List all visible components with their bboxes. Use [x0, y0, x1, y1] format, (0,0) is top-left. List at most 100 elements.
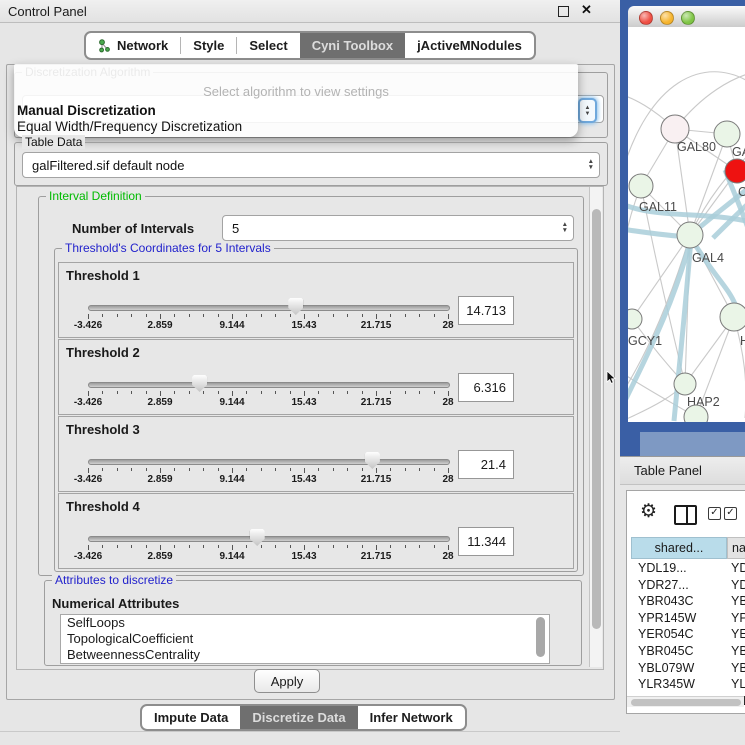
table-cell[interactable]: YBR045C	[638, 644, 694, 658]
tab-select[interactable]: Select	[237, 33, 299, 58]
threshold-value-field[interactable]: 11.344	[458, 527, 514, 556]
slider-tick	[362, 468, 363, 471]
slider-tick	[174, 545, 175, 548]
bottom-mode-tabs: Impute DataDiscretize DataInfer Network	[140, 704, 467, 731]
table-cell[interactable]: YPR1	[731, 611, 745, 625]
network-node-ga[interactable]	[714, 121, 740, 147]
threshold-slider-track[interactable]	[88, 536, 450, 542]
slider-tick	[333, 391, 334, 394]
dropdown-option-manual[interactable]: Manual Discretization	[17, 103, 156, 118]
tab-discretize-data[interactable]: Discretize Data	[240, 706, 357, 729]
threshold-label: Threshold 2	[66, 345, 140, 360]
slider-tick	[131, 545, 132, 548]
network-canvas[interactable]: GAL80GACGAL11GAL4GCY1HHAP2	[628, 27, 745, 422]
slider-tick	[117, 468, 118, 471]
table-cell[interactable]: YLR3	[731, 677, 745, 691]
vertical-scrollbar-thumb[interactable]	[592, 209, 601, 629]
table-data-group-title: Table Data	[22, 135, 85, 149]
network-node-h[interactable]	[720, 303, 745, 331]
tab-style[interactable]: Style	[181, 33, 236, 58]
mac-close-icon[interactable]	[639, 11, 653, 25]
mac-minimize-icon[interactable]	[660, 11, 674, 25]
algorithm-combobox-stepper[interactable]: ▲ ▼	[578, 98, 597, 123]
table-cell[interactable]: YER0	[731, 627, 745, 641]
attributes-list-scrollbar-thumb[interactable]	[536, 617, 545, 657]
attributes-group-title: Attributes to discretize	[52, 573, 176, 587]
attribute-list-item[interactable]: BetweennessCentrality	[61, 647, 549, 663]
slider-tick	[390, 468, 391, 471]
attributes-list-scrollbar[interactable]	[536, 616, 546, 660]
threshold-slider-track[interactable]	[88, 382, 450, 388]
slider-tick	[160, 468, 161, 473]
threshold-slider-track[interactable]	[88, 305, 450, 311]
table-cell[interactable]: YBR043C	[638, 594, 694, 608]
table-cell[interactable]: YBR0	[731, 594, 745, 608]
threshold-value-field[interactable]: 14.713	[458, 296, 514, 325]
slider-tick-label: 2.859	[147, 551, 172, 562]
table-column-header[interactable]: shared...	[631, 537, 727, 559]
table-cell[interactable]: YDL19...	[638, 561, 687, 575]
attribute-list-item[interactable]: TopologicalCoefficient	[61, 631, 549, 647]
table-cell[interactable]: YBL0	[731, 661, 745, 675]
slider-tick	[362, 391, 363, 394]
numerical-attributes-list[interactable]: SelfLoopsTopologicalCoefficientBetweenne…	[60, 614, 550, 664]
slider-tick	[434, 391, 435, 394]
table-cell[interactable]: YBR0	[731, 644, 745, 658]
table-cell[interactable]: YDR2	[731, 578, 745, 592]
network-node-hap2[interactable]	[674, 373, 696, 395]
settings-gear-icon[interactable]: ⚙	[640, 500, 657, 523]
slider-tick	[376, 545, 377, 550]
slider-tick	[376, 391, 377, 396]
tab-label: Network	[117, 38, 168, 53]
threshold-value-field[interactable]: 21.4	[458, 450, 514, 479]
tab-infer-network[interactable]: Infer Network	[358, 706, 465, 729]
tab-impute-data[interactable]: Impute Data	[142, 706, 240, 729]
slider-tick	[405, 314, 406, 317]
table-column-header[interactable]: na	[727, 537, 745, 559]
tab-network[interactable]: Network	[86, 33, 180, 58]
network-edge[interactable]	[734, 317, 745, 418]
checkbox-checked-icon[interactable]: ✓	[708, 507, 721, 520]
slider-tick	[362, 545, 363, 548]
network-edge-thick[interactable]	[691, 238, 735, 304]
columns-icon[interactable]	[674, 505, 697, 525]
network-node-gal11[interactable]	[629, 174, 653, 198]
table-cell[interactable]: YBL079W	[638, 661, 694, 675]
table-cell[interactable]: YER054C	[638, 627, 694, 641]
float-window-icon[interactable]	[558, 6, 569, 17]
network-node-gcy1[interactable]	[628, 309, 642, 329]
apply-button[interactable]: Apply	[254, 669, 320, 693]
dropdown-option-equal-width[interactable]: Equal Width/Frequency Discretization	[17, 119, 242, 134]
network-node-c[interactable]	[725, 159, 745, 183]
network-node-gal80[interactable]	[661, 115, 689, 143]
close-icon[interactable]: ✕	[581, 2, 592, 18]
attribute-list-item[interactable]: SelfLoops	[61, 615, 549, 631]
tab-cyni-toolbox[interactable]: Cyni Toolbox	[300, 33, 405, 58]
table-cell[interactable]: YLR345W	[638, 677, 695, 691]
checkbox-checked-icon[interactable]: ✓	[724, 507, 737, 520]
slider-tick	[246, 545, 247, 548]
slider-tick-label: 28	[442, 551, 453, 562]
slider-tick-label: 9.144	[219, 474, 244, 485]
threshold-value-field[interactable]: 6.316	[458, 373, 514, 402]
vertical-scrollbar[interactable]	[589, 187, 602, 667]
slider-tick-label: 2.859	[147, 397, 172, 408]
slider-tick-label: 21.715	[361, 320, 392, 331]
slider-tick-label: 21.715	[361, 474, 392, 485]
network-node-gal4[interactable]	[677, 222, 703, 248]
thresholds-group-title: Threshold's Coordinates for 5 Intervals	[62, 241, 274, 255]
table-data-combobox[interactable]: galFiltered.sif default node ▲▼	[22, 152, 600, 178]
slider-tick	[304, 391, 305, 396]
table-cell[interactable]: YDL1	[731, 561, 745, 575]
num-intervals-combobox[interactable]: 5 ▲▼	[222, 215, 574, 241]
threshold-slider-track[interactable]	[88, 459, 450, 465]
mac-zoom-icon[interactable]	[681, 11, 695, 25]
table-horizontal-scrollbar[interactable]	[627, 696, 744, 707]
table-horizontal-scrollbar-thumb[interactable]	[631, 699, 741, 706]
table-cell[interactable]: YPR145W	[638, 611, 696, 625]
table-cell[interactable]: YDR27...	[638, 578, 689, 592]
slider-tick-label: 15.43	[291, 474, 316, 485]
tab-jactivemnodules[interactable]: jActiveMNodules	[405, 33, 534, 58]
slider-tick	[131, 314, 132, 317]
network-node-label: GCY1	[628, 334, 662, 348]
